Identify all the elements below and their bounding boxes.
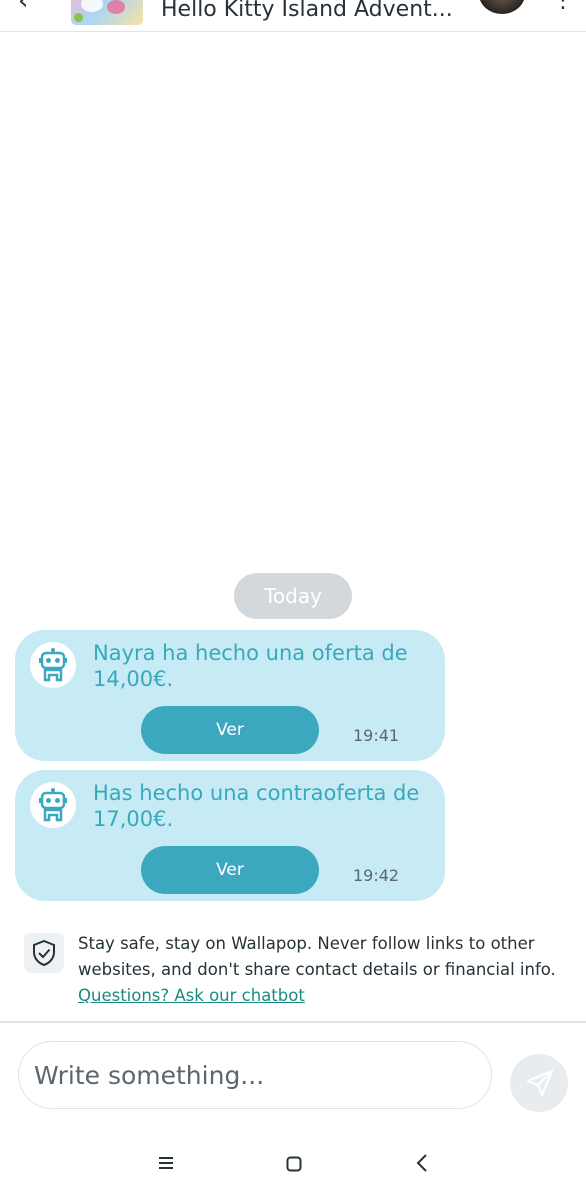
view-offer-button[interactable]: Ver	[141, 706, 319, 754]
message-input[interactable]	[18, 1041, 492, 1109]
chat-message: Has hecho una contraoferta de 17,00€. Ve…	[15, 770, 445, 901]
robot-icon	[30, 782, 76, 828]
page-title[interactable]: Hello Kitty Island Advent...	[161, 0, 453, 22]
menu-icon[interactable]	[158, 1156, 174, 1170]
message-time: 19:42	[353, 866, 400, 885]
chatbot-link[interactable]: Questions? Ask our chatbot	[78, 986, 305, 1005]
send-icon	[526, 1069, 554, 1097]
avatar[interactable]	[479, 0, 525, 14]
send-button[interactable]	[510, 1054, 568, 1112]
divider	[0, 1021, 586, 1023]
safety-message: Stay safe, stay on Wallapop. Never follo…	[78, 934, 556, 979]
message-text: Has hecho una contraoferta de 17,00€.	[93, 781, 420, 831]
back-icon[interactable]	[416, 1154, 428, 1172]
system-navigation-bar	[0, 1130, 586, 1199]
message-text: Nayra ha hecho una oferta de 14,00€.	[93, 641, 408, 691]
back-arrow-icon[interactable]: ‹	[18, 0, 28, 16]
more-vertical-icon[interactable]: ⋮	[552, 0, 574, 13]
chat-message: Nayra ha hecho una oferta de 14,00€. Ver…	[15, 630, 445, 761]
message-time: 19:41	[353, 726, 400, 745]
view-counteroffer-button[interactable]: Ver	[141, 846, 319, 894]
robot-icon	[30, 642, 76, 688]
chat-header: ‹ Hello Kitty Island Advent... ⋮	[0, 0, 586, 32]
shield-check-icon	[24, 933, 64, 973]
date-separator: Today	[234, 573, 352, 619]
product-thumbnail[interactable]	[71, 0, 143, 25]
home-icon[interactable]	[286, 1156, 302, 1172]
safety-text: Stay safe, stay on Wallapop. Never follo…	[78, 931, 558, 1009]
